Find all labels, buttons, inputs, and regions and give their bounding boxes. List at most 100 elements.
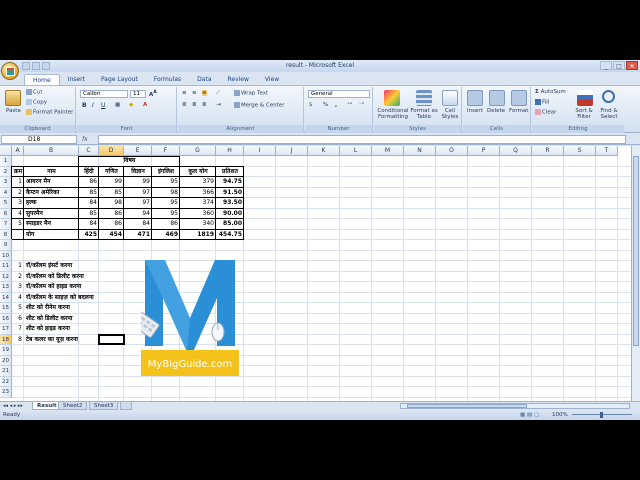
row-header[interactable]: 23 (0, 387, 12, 398)
currency-icon[interactable]: $ (309, 102, 313, 108)
row-header[interactable]: 19 (0, 345, 12, 356)
conditional-formatting-button[interactable]: Conditional Formatting (376, 108, 410, 120)
clear-button[interactable]: Clear (535, 109, 556, 116)
row-header[interactable]: 17 (0, 324, 12, 335)
column-header[interactable]: I (244, 146, 276, 156)
row-header[interactable]: 12 (0, 271, 12, 282)
column-header[interactable]: J (276, 146, 308, 156)
formula-input[interactable] (98, 135, 626, 144)
tab-formulas[interactable]: Formulas (146, 74, 189, 85)
note-text[interactable]: रॉ/कॉलम को हाइड करना (24, 282, 83, 293)
insert-button[interactable]: Insert (467, 108, 483, 114)
align-middle-icon[interactable]: ≡ (192, 90, 197, 96)
orientation-icon[interactable]: ⟋ (216, 90, 220, 97)
column-header[interactable]: T (596, 146, 618, 156)
sheet-tab-sheet3[interactable]: Sheet3 (89, 402, 119, 410)
note-text[interactable]: रॉ/कॉलम इंसर्ट करना (24, 261, 74, 272)
scroll-thumb[interactable] (633, 156, 639, 346)
worksheet-grid[interactable]: A B C D E F G H I J K L M N O P Q R S T 1 2 3 4 5 6 7 8 9 10 11 12 13 14 1… (0, 146, 631, 401)
align-right-icon[interactable]: ≣ (202, 102, 207, 108)
column-header[interactable]: B (24, 146, 79, 156)
format-button[interactable]: Format (509, 108, 528, 114)
column-header[interactable]: R (532, 146, 564, 156)
office-button[interactable] (1, 62, 19, 80)
autosum-button[interactable]: Σ AutoSum (535, 89, 566, 95)
column-header[interactable]: N (404, 146, 436, 156)
indent-icon[interactable]: ⇥ (216, 102, 221, 108)
format-painter-button[interactable]: Format Painter (26, 109, 73, 116)
note-text[interactable]: टेब कलर का यूज़ करना (24, 335, 80, 346)
column-header[interactable]: C (79, 146, 99, 156)
minimize-button[interactable]: _ (600, 61, 612, 70)
cut-button[interactable]: Cut (26, 89, 42, 96)
percent-button[interactable]: % (323, 102, 328, 108)
number-format-select[interactable]: General (308, 90, 370, 98)
sheet-tab-sheet2[interactable]: Sheet2 (58, 402, 88, 410)
merge-center-button[interactable]: Merge & Center (234, 102, 284, 109)
note-number[interactable]: 3 (12, 282, 24, 293)
horizontal-scrollbar[interactable] (400, 403, 630, 409)
paste-button[interactable]: Paste (6, 108, 21, 114)
maximize-button[interactable]: □ (613, 61, 625, 70)
row-header[interactable]: 21 (0, 366, 12, 377)
tab-home[interactable]: Home (24, 74, 60, 85)
column-header[interactable]: A (12, 146, 24, 156)
format-as-table-button[interactable]: Format as Table (410, 108, 438, 120)
row-header[interactable]: 9 (0, 240, 12, 251)
align-left-icon[interactable]: ≣ (182, 102, 187, 108)
column-header[interactable]: S (564, 146, 596, 156)
column-header[interactable]: O (436, 146, 468, 156)
fx-icon[interactable]: fx (82, 135, 96, 144)
cell-styles-button[interactable]: Cell Styles (438, 108, 462, 120)
name-box[interactable]: D18 (1, 135, 77, 144)
row-header[interactable]: 16 (0, 313, 12, 324)
font-color-icon[interactable]: A (143, 102, 147, 108)
row-header[interactable]: 11 (0, 261, 12, 272)
active-cell-d18[interactable] (98, 333, 125, 345)
note-text[interactable]: रॉ/कॉलम के साइज़ को बदलना (24, 293, 96, 304)
column-header[interactable]: D (99, 146, 124, 156)
select-all-corner[interactable] (0, 146, 12, 156)
zoom-level[interactable]: 100% (552, 410, 568, 420)
note-number[interactable]: 5 (12, 303, 24, 314)
align-bottom-icon[interactable]: ≡ (202, 90, 207, 96)
comma-button[interactable]: , (335, 102, 337, 108)
column-header[interactable]: K (308, 146, 340, 156)
note-number[interactable]: 6 (12, 314, 24, 325)
decrease-decimal-icon[interactable]: ⁻⁰ (359, 102, 364, 108)
row-header[interactable]: 22 (0, 376, 12, 387)
find-select-button[interactable]: Find & Select (596, 108, 622, 120)
column-header[interactable]: L (340, 146, 372, 156)
column-header[interactable]: M (372, 146, 404, 156)
insert-sheet-icon[interactable] (120, 402, 132, 410)
align-top-icon[interactable]: ≡ (182, 90, 187, 96)
italic-button[interactable]: I (92, 102, 94, 109)
tab-review[interactable]: Review (220, 74, 257, 85)
row-header[interactable]: 15 (0, 303, 12, 314)
row-header[interactable]: 10 (0, 250, 12, 261)
tab-page-layout[interactable]: Page Layout (93, 74, 146, 85)
row-header[interactable]: 14 (0, 292, 12, 303)
copy-button[interactable]: Copy (26, 99, 47, 106)
hscroll-thumb[interactable] (407, 404, 527, 408)
note-text[interactable]: शीट को डिलीट करना (24, 314, 74, 325)
sort-filter-button[interactable]: Sort & Filter (572, 108, 596, 120)
font-name-select[interactable]: Calibri (80, 90, 128, 98)
increase-decimal-icon[interactable]: ⁺⁰ (347, 102, 352, 108)
row-header[interactable]: 20 (0, 355, 12, 366)
tab-data[interactable]: Data (189, 74, 219, 85)
note-number[interactable]: 1 (12, 261, 24, 272)
column-header[interactable]: F (152, 146, 180, 156)
sheet-nav-arrows[interactable]: ◂◂ ◂ ▸ ▸▸ (3, 402, 23, 410)
align-center-icon[interactable]: ≣ (192, 102, 197, 108)
wrap-text-button[interactable]: Wrap Text (234, 90, 268, 97)
note-number[interactable]: 2 (12, 272, 24, 283)
note-number[interactable]: 8 (12, 335, 24, 346)
bold-button[interactable]: B (82, 102, 87, 109)
column-header[interactable]: G (180, 146, 216, 156)
zoom-slider-thumb[interactable] (600, 412, 603, 418)
column-header[interactable]: E (124, 146, 152, 156)
column-header[interactable]: Q (500, 146, 532, 156)
tab-insert[interactable]: Insert (60, 74, 93, 85)
grow-font-icon[interactable]: AA (149, 90, 157, 98)
